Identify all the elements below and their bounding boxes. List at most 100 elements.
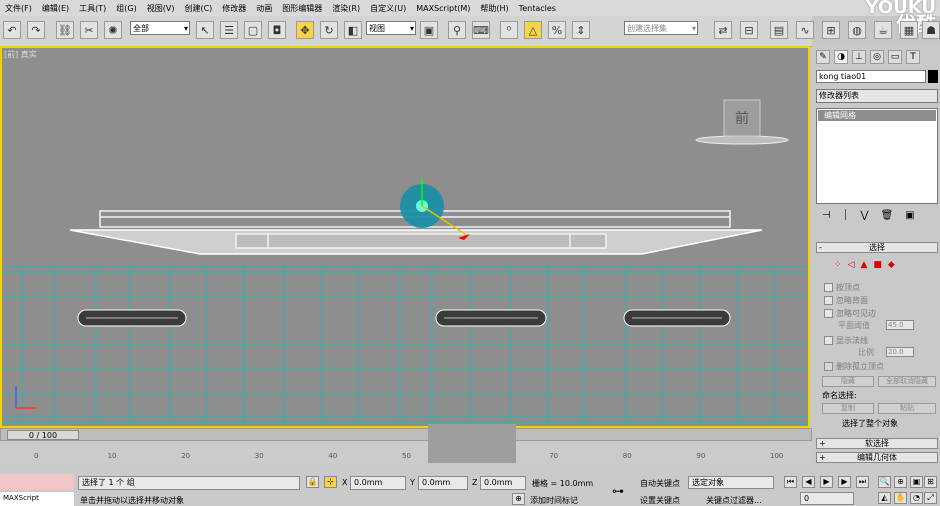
play-icon[interactable]: ▶	[820, 476, 833, 488]
menu-item-0[interactable]: 文件(F)	[0, 3, 37, 14]
fov-icon[interactable]: ◭	[878, 492, 891, 504]
lock-selection-icon[interactable]: 🔒	[306, 476, 319, 488]
show-normals-check[interactable]: 显示法线	[824, 335, 868, 346]
ref-coord-dropdown[interactable]: 视图	[366, 21, 416, 36]
polygon-icon[interactable]: ■	[873, 260, 882, 270]
menu-item-8[interactable]: 图形编辑器	[277, 3, 327, 14]
unlink-icon[interactable]: ✂	[80, 21, 98, 39]
ignore-visible-edges-check[interactable]: 忽略可见边	[824, 308, 876, 319]
make-unique-icon[interactable]: ⋁	[860, 210, 868, 221]
scale-spinner[interactable]: 20.0	[886, 347, 914, 357]
menu-item-6[interactable]: 修改器	[217, 3, 251, 14]
maxscript-listener-pink[interactable]	[0, 474, 74, 490]
delete-isolated-check[interactable]: 删除孤立顶点	[824, 361, 884, 372]
z-coord-field[interactable]: 0.0mm	[480, 476, 526, 490]
render-setup-icon[interactable]: ☕	[874, 21, 892, 39]
menu-item-10[interactable]: 自定义(U)	[365, 3, 411, 14]
element-icon[interactable]: ◆	[888, 260, 895, 270]
next-frame-icon[interactable]: ▶	[838, 476, 851, 488]
stack-item-edit-mesh[interactable]: 编辑网格	[818, 110, 936, 121]
planar-threshold-spinner[interactable]: 45.0	[886, 320, 914, 330]
current-frame-field[interactable]: 0	[800, 492, 854, 505]
utilities-tab-icon[interactable]: T	[906, 50, 920, 64]
paste-button[interactable]: 粘贴	[878, 403, 936, 414]
time-tag-icon[interactable]: ⊕	[512, 493, 525, 505]
pin-stack-icon[interactable]: ⊣	[822, 210, 831, 221]
add-time-tag-label[interactable]: 添加时间标记	[530, 495, 578, 506]
menu-item-1[interactable]: 编辑(E)	[37, 3, 74, 14]
key-mode-dropdown[interactable]: 选定对象	[688, 476, 774, 489]
create-tab-icon[interactable]: ✎	[816, 50, 830, 64]
render-frame-icon[interactable]: ▦	[900, 21, 918, 39]
spinner-snap-icon[interactable]: ⇕	[572, 21, 590, 39]
zoom-extents-all-icon[interactable]: ⊞	[924, 476, 937, 488]
by-vertex-check[interactable]: 按顶点	[824, 282, 860, 293]
material-editor-icon[interactable]: ◍	[848, 21, 866, 39]
face-icon[interactable]: ▲	[860, 260, 867, 270]
menu-item-3[interactable]: 组(G)	[111, 3, 141, 14]
selection-rollout-header[interactable]: - 选择	[816, 242, 938, 253]
curve-editor-icon[interactable]: ∿	[796, 21, 814, 39]
show-end-result-icon[interactable]: ⏐	[843, 210, 849, 221]
time-slider[interactable]: 0 / 100	[0, 428, 812, 441]
maximize-viewport-icon[interactable]: ⤢	[924, 492, 937, 504]
percent-snap-icon[interactable]: %	[548, 21, 566, 39]
soft-selection-rollout-header[interactable]: + 软选择	[816, 438, 938, 449]
auto-key-button[interactable]: 自动关键点	[640, 478, 680, 489]
selection-filter-dropdown[interactable]: 全部	[130, 21, 190, 36]
ignore-backface-check[interactable]: 忽略背面	[824, 295, 868, 306]
front-viewport[interactable]: [前] 真实 前	[0, 46, 810, 428]
snap-3d-icon[interactable]: ⁰	[500, 21, 518, 39]
orbit-icon[interactable]: ◔	[910, 492, 923, 504]
remove-modifier-icon[interactable]: 🗑	[881, 210, 894, 221]
maxscript-mini-listener[interactable]: MAXScript	[0, 492, 74, 506]
hide-button[interactable]: 隐藏	[822, 376, 874, 387]
named-selection-dropdown[interactable]: 创建选择集	[624, 21, 698, 36]
scale-icon[interactable]: ◧	[344, 21, 362, 39]
menu-item-12[interactable]: 帮助(H)	[475, 3, 513, 14]
select-by-name-icon[interactable]: ☰	[220, 21, 238, 39]
display-tab-icon[interactable]: ▭	[888, 50, 902, 64]
y-coord-field[interactable]: 0.0mm	[418, 476, 468, 490]
menu-item-13[interactable]: Tentacles	[514, 4, 561, 13]
select-manipulate-icon[interactable]: ⚲	[448, 21, 466, 39]
copy-button[interactable]: 复制	[822, 403, 874, 414]
object-color-swatch[interactable]	[928, 70, 938, 83]
quick-render-icon[interactable]: ☗	[922, 21, 940, 39]
keyboard-shortcut-icon[interactable]: ⌨	[472, 21, 490, 39]
hierarchy-tab-icon[interactable]: ⊥	[852, 50, 866, 64]
unhide-all-button[interactable]: 全部取消隐藏	[878, 376, 936, 387]
goto-end-icon[interactable]: ⏭	[856, 476, 869, 488]
zoom-icon[interactable]: 🔍	[878, 476, 891, 488]
key-icon[interactable]: ⊶	[612, 484, 624, 498]
menu-item-4[interactable]: 视图(V)	[142, 3, 180, 14]
goto-start-icon[interactable]: ⏮	[784, 476, 797, 488]
rotate-icon[interactable]: ↻	[320, 21, 338, 39]
time-slider-thumb[interactable]: 0 / 100	[7, 430, 79, 440]
modify-tab-icon[interactable]: ◑	[834, 50, 848, 64]
schematic-icon[interactable]: ⊞	[822, 21, 840, 39]
edge-icon[interactable]: ◁	[848, 260, 855, 270]
zoom-extents-icon[interactable]: ▣	[910, 476, 923, 488]
menu-item-11[interactable]: MAXScript(M)	[411, 4, 475, 13]
select-object-icon[interactable]: ↖	[196, 21, 214, 39]
menu-item-7[interactable]: 动画	[251, 3, 277, 14]
rect-selection-icon[interactable]: ▢	[244, 21, 262, 39]
menu-item-2[interactable]: 工具(T)	[74, 3, 111, 14]
bind-spacewarp-icon[interactable]: ✺	[104, 21, 122, 39]
object-name-field[interactable]: kong tiao01	[816, 70, 926, 83]
track-bar[interactable]: 0102030405060708090100	[0, 441, 812, 464]
undo-icon[interactable]: ↶	[3, 21, 21, 39]
redo-icon[interactable]: ↷	[27, 21, 45, 39]
edit-geometry-rollout-header[interactable]: + 编辑几何体	[816, 452, 938, 463]
prev-frame-icon[interactable]: ◀	[802, 476, 815, 488]
set-key-button[interactable]: 设置关键点	[640, 495, 680, 506]
menu-item-5[interactable]: 创建(C)	[179, 3, 217, 14]
key-filters-button[interactable]: 关键点过滤器...	[706, 495, 762, 506]
modifier-list-dropdown[interactable]: 修改器列表	[816, 89, 938, 103]
align-icon[interactable]: ⊟	[740, 21, 758, 39]
mirror-icon[interactable]: ⇄	[714, 21, 732, 39]
move-icon[interactable]: ✥	[296, 21, 314, 39]
motion-tab-icon[interactable]: ◎	[870, 50, 884, 64]
angle-snap-icon[interactable]: △	[524, 21, 542, 39]
